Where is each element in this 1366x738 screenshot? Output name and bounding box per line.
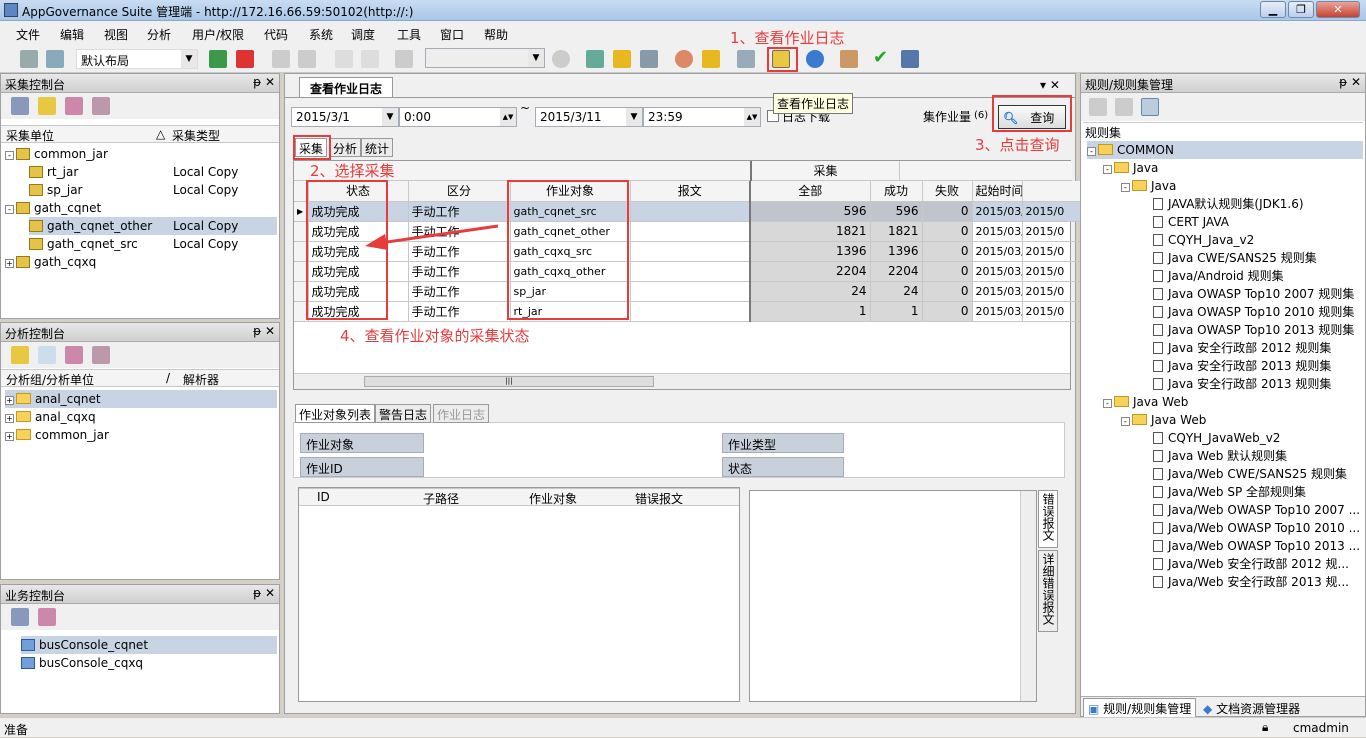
tooltip: 查看作业日志 <box>773 93 854 114</box>
annotation-arrow <box>365 224 499 250</box>
